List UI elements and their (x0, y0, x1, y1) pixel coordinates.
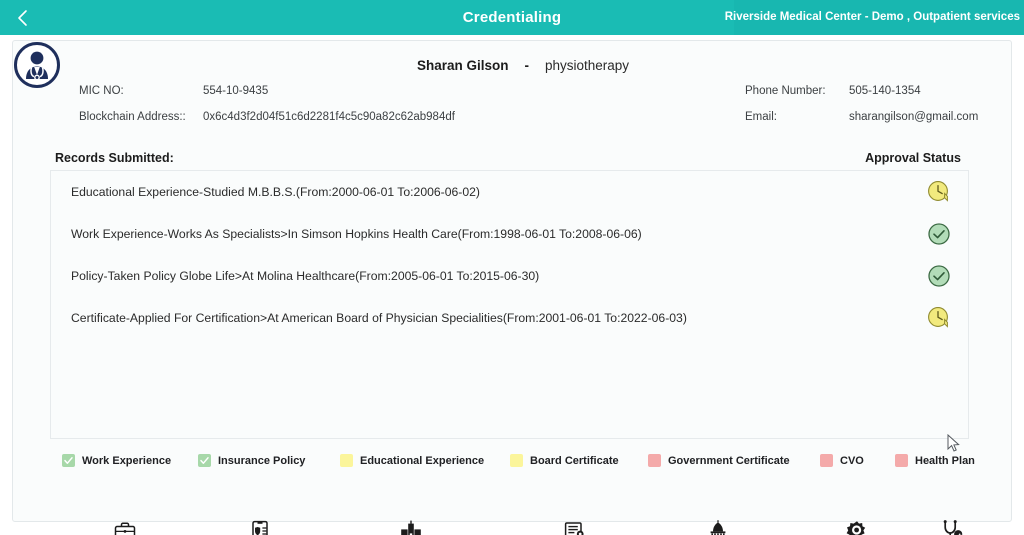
legend-item-government-certificate[interactable]: Government Certificate (648, 454, 790, 467)
legend-label: Work Experience (82, 454, 172, 467)
certificate-icon (564, 522, 584, 535)
status-badge-pending[interactable] (926, 179, 952, 205)
info-row-mic-no: MIC NO: 554-10-9435 (79, 85, 455, 97)
table-row[interactable]: Educational Experience-Studied M.B.B.S.(… (51, 171, 968, 213)
top-app-bar: Credentialing Riverside Medical Center -… (0, 0, 1024, 35)
table-row[interactable]: Policy-Taken Policy Globe Life>At Molina… (51, 255, 968, 297)
table-row[interactable]: Certificate-Applied For Certification>At… (51, 297, 968, 339)
patient-info-right: Phone Number: 505-140-1354 Email: sharan… (745, 85, 978, 123)
legend-swatch (648, 454, 661, 467)
legend-swatch (340, 454, 353, 467)
status-badge-approved[interactable] (926, 263, 952, 289)
check-circle-icon (928, 223, 950, 245)
legend: Work Experience Insurance Policy Educati… (50, 454, 990, 474)
work-experience-icon-button[interactable] (108, 516, 142, 535)
check-icon (200, 457, 209, 464)
legend-label: Educational Experience (360, 454, 485, 467)
insurance-policy-icon-button[interactable] (243, 516, 277, 535)
chevron-left-icon (18, 9, 27, 26)
legend-label: Insurance Policy (218, 454, 306, 467)
phone-number-value: 505-140-1354 (849, 85, 921, 97)
record-text: Work Experience-Works As Specialists>In … (71, 227, 642, 241)
record-text: Educational Experience-Studied M.B.B.S.(… (71, 185, 480, 199)
doctor-avatar-icon (26, 51, 48, 81)
legend-item-board-certificate[interactable]: Board Certificate (510, 454, 619, 467)
mic-no-label: MIC NO: (79, 85, 124, 97)
clock-icon (928, 307, 948, 328)
legend-swatch (510, 454, 523, 467)
legend-item-educational-experience[interactable]: Educational Experience (340, 454, 484, 467)
capitol-icon (710, 520, 726, 535)
patient-specialty: physiotherapy (544, 58, 630, 73)
patient-name-row: Sharan Gilson - physiotherapy (13, 57, 1013, 75)
record-text: Certificate-Applied For Certification>At… (71, 311, 687, 325)
info-row-phone-number: Phone Number: 505-140-1354 (745, 85, 978, 97)
legend-item-health-plan[interactable]: Health Plan (895, 454, 975, 467)
info-row-blockchain-address: Blockchain Address:: 0x6c4d3f2d04f51c6d2… (79, 111, 455, 123)
cvo-badge-icon (846, 521, 866, 535)
legend-swatch-checked (198, 454, 211, 467)
stethoscope-heart-icon (943, 520, 963, 535)
legend-label: Health Plan (915, 454, 975, 467)
clock-icon (928, 181, 948, 202)
legend-label: Government Certificate (668, 454, 790, 467)
name-separator: - (524, 58, 529, 73)
avatar (14, 42, 60, 88)
email-value: sharangilson@gmail.com (849, 111, 979, 123)
legend-item-insurance-policy[interactable]: Insurance Policy (198, 454, 305, 467)
legend-item-cvo[interactable]: CVO (820, 454, 864, 467)
briefcase-icon (114, 522, 136, 535)
legend-item-work-experience[interactable]: Work Experience (62, 454, 171, 467)
email-label: Email: (745, 111, 777, 123)
cvo-icon-button[interactable] (840, 516, 874, 535)
records-panel: Educational Experience-Studied M.B.B.S.(… (50, 170, 969, 439)
legend-swatch (820, 454, 833, 467)
phone-number-label: Phone Number: (745, 85, 826, 97)
legend-label: CVO (840, 454, 864, 467)
educational-experience-icon-button[interactable] (394, 516, 428, 535)
info-row-email: Email: sharangilson@gmail.com (745, 111, 978, 123)
patient-info-left: MIC NO: 554-10-9435 Blockchain Address::… (79, 85, 455, 123)
health-plan-icon-button[interactable] (936, 516, 970, 535)
check-icon (64, 457, 73, 464)
board-certificate-icon-button[interactable] (558, 516, 592, 535)
school-icon (401, 520, 421, 535)
category-icon-row (50, 516, 990, 535)
legend-swatch (895, 454, 908, 467)
government-certificate-icon-button[interactable] (701, 516, 735, 535)
table-row[interactable]: Work Experience-Works As Specialists>In … (51, 213, 968, 255)
legend-label: Board Certificate (530, 454, 619, 467)
mic-no-value: 554-10-9435 (203, 85, 269, 97)
policy-shield-icon (252, 520, 268, 535)
status-badge-pending[interactable] (926, 305, 952, 331)
blockchain-address-label: Blockchain Address:: (79, 111, 186, 123)
blockchain-address-value: 0x6c4d3f2d04f51c6d2281f4c5c90a82c62ab984… (203, 111, 455, 123)
credentialing-page: Credentialing Riverside Medical Center -… (0, 0, 1024, 535)
check-circle-icon (928, 265, 950, 287)
organization-label: Riverside Medical Center - Demo , Outpat… (724, 11, 1020, 23)
approval-status-heading: Approval Status (865, 151, 961, 165)
back-button[interactable] (6, 0, 40, 35)
records-submitted-heading: Records Submitted: (55, 151, 174, 165)
credentialing-card: Sharan Gilson - physiotherapy MIC NO: 554-… (12, 40, 1013, 535)
legend-swatch-checked (62, 454, 75, 467)
patient-name: Sharan Gilson (416, 58, 509, 73)
record-text: Policy-Taken Policy Globe Life>At Molina… (71, 269, 540, 283)
status-badge-approved[interactable] (926, 221, 952, 247)
